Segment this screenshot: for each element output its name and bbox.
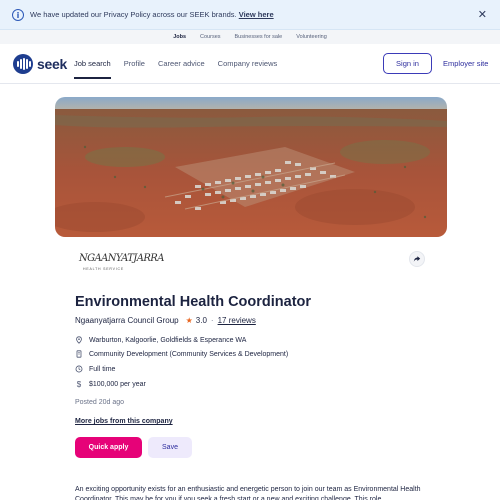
rating-separator: · — [210, 316, 214, 325]
seek-logo-text: seek — [37, 56, 67, 72]
job-description: An exciting opportunity exists for an en… — [75, 486, 421, 500]
employer-site-link[interactable]: Employer site — [443, 59, 488, 68]
dollar-icon: $ — [76, 379, 82, 389]
nav-job-search[interactable]: Job search — [74, 59, 111, 79]
share-icon — [413, 256, 421, 262]
share-button[interactable] — [409, 251, 425, 267]
more-jobs-link[interactable]: More jobs from this company — [75, 418, 173, 425]
company-logo-name: NGAANYATJARRA — [79, 253, 164, 264]
aerial-town-image — [55, 97, 447, 237]
company-rating: 3.0 — [195, 316, 207, 325]
seek-logo[interactable]: seek — [13, 54, 67, 74]
briefcase-icon — [75, 350, 83, 358]
info-icon: i — [12, 9, 24, 21]
company-row: Ngaanyatjarra Council Group ★ 3.0 · 17 r… — [75, 316, 256, 325]
job-location: Warburton, Kalgoorlie, Goldfields & Espe… — [89, 336, 247, 344]
posted-date: Posted 20d ago — [75, 399, 125, 406]
sign-in-button[interactable]: Sign in — [383, 53, 432, 74]
nav-career-advice[interactable]: Career advice — [158, 59, 205, 68]
subnav-businesses-for-sale[interactable]: Businesses for sale — [235, 34, 283, 40]
nav-profile[interactable]: Profile — [124, 59, 145, 68]
job-hero-image — [55, 97, 447, 237]
company-logo: NGAANYATJARRA HEALTH SERVICE — [79, 253, 164, 283]
job-worktype-row: Full time — [75, 365, 115, 373]
subnav-courses[interactable]: Courses — [200, 34, 220, 40]
clock-icon — [75, 365, 83, 373]
job-salary: $100,000 per year — [89, 380, 146, 388]
reviews-link[interactable]: 17 reviews — [218, 316, 256, 325]
banner-text: We have updated our Privacy Policy acros… — [30, 10, 237, 19]
job-classification-row: Community Development (Community Service… — [75, 350, 288, 358]
view-here-link[interactable]: View here — [239, 10, 274, 19]
quick-apply-button[interactable]: Quick apply — [75, 437, 142, 458]
job-work-type: Full time — [89, 365, 116, 373]
job-title: Environmental Health Coordinator — [75, 294, 312, 310]
seek-logo-mark-icon — [13, 54, 33, 74]
company-logo-subtitle: HEALTH SERVICE — [83, 267, 125, 271]
privacy-banner: i We have updated our Privacy Policy acr… — [0, 0, 500, 30]
banner-message: We have updated our Privacy Policy acros… — [30, 10, 274, 19]
nav-company-reviews[interactable]: Company reviews — [218, 59, 278, 68]
job-location-row: Warburton, Kalgoorlie, Goldfields & Espe… — [75, 336, 246, 344]
brand-subnav: Jobs Courses Businesses for sale Volunte… — [0, 30, 500, 44]
job-salary-row: $ $100,000 per year — [75, 379, 146, 389]
job-classification: Community Development (Community Service… — [89, 350, 289, 358]
location-pin-icon — [75, 336, 83, 344]
site-header: seek Job search Profile Career advice Co… — [0, 44, 500, 84]
close-icon[interactable]: ✕ — [478, 8, 487, 21]
subnav-volunteering[interactable]: Volunteering — [296, 34, 327, 40]
subnav-jobs[interactable]: Jobs — [173, 34, 186, 40]
main-nav: Job search Profile Career advice Company… — [74, 59, 290, 79]
save-button[interactable]: Save — [148, 437, 192, 458]
company-name-link[interactable]: Ngaanyatjarra Council Group — [75, 316, 179, 325]
star-icon: ★ — [185, 316, 193, 325]
